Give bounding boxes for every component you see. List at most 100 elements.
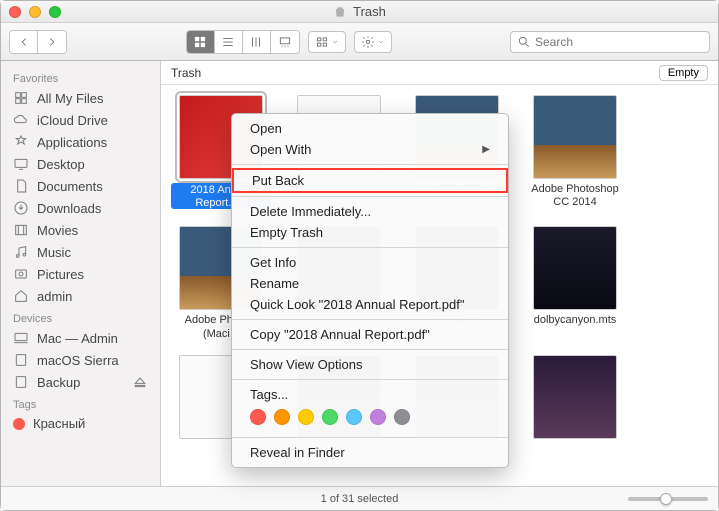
sidebar-item-all-my-files[interactable]: All My Files xyxy=(1,87,160,109)
menu-separator xyxy=(232,247,508,248)
sidebar-item-label: Downloads xyxy=(37,201,101,216)
sidebar-item-movies[interactable]: Movies xyxy=(1,219,160,241)
sidebar-item-icloud[interactable]: iCloud Drive xyxy=(1,109,160,131)
menu-open-with[interactable]: Open With ▶ xyxy=(232,139,508,160)
eject-icon[interactable] xyxy=(132,374,148,390)
sidebar-header-devices: Devices xyxy=(1,307,160,327)
sidebar-item-label: Красный xyxy=(33,416,85,431)
file-item[interactable] xyxy=(525,355,625,443)
sidebar-item-applications[interactable]: Applications xyxy=(1,131,160,153)
tag-dot-icon xyxy=(13,418,25,430)
trash-icon xyxy=(333,5,347,19)
menu-tags[interactable]: Tags... xyxy=(232,384,508,405)
context-menu: Open Open With ▶ Put Back Delete Immediat… xyxy=(231,113,509,468)
empty-trash-button[interactable]: Empty xyxy=(659,65,708,81)
applications-icon xyxy=(13,134,29,150)
menu-put-back[interactable]: Put Back xyxy=(234,170,506,191)
menu-label: Reveal in Finder xyxy=(250,445,345,460)
window-controls xyxy=(9,6,61,18)
file-thumbnail xyxy=(533,226,617,310)
search-icon xyxy=(517,35,531,49)
tag-color-swatch[interactable] xyxy=(346,409,362,425)
menu-separator xyxy=(232,437,508,438)
menu-reveal-in-finder[interactable]: Reveal in Finder xyxy=(232,442,508,463)
search-field[interactable] xyxy=(510,31,710,53)
menu-label: Put Back xyxy=(252,173,304,188)
menu-label: Open xyxy=(250,121,282,136)
group-by-button[interactable] xyxy=(308,31,346,53)
all-files-icon xyxy=(13,90,29,106)
pictures-icon xyxy=(13,266,29,282)
menu-label: Open With xyxy=(250,142,311,157)
group-icon xyxy=(315,35,329,49)
sidebar-item-downloads[interactable]: Downloads xyxy=(1,197,160,219)
computer-icon xyxy=(13,330,29,346)
disk-icon xyxy=(13,352,29,368)
forward-button[interactable] xyxy=(38,31,66,53)
menu-separator xyxy=(232,379,508,380)
sidebar-item-music[interactable]: Music xyxy=(1,241,160,263)
path-bar: Trash Empty xyxy=(161,61,718,85)
sidebar-item-backup[interactable]: Backup xyxy=(1,371,160,393)
file-item[interactable]: Adobe Photoshop CC 2014 (Ma...00333.jpg xyxy=(525,95,625,212)
tag-color-swatch[interactable] xyxy=(394,409,410,425)
close-button[interactable] xyxy=(9,6,21,18)
sidebar-header-tags: Tags xyxy=(1,393,160,413)
sidebar-item-admin[interactable]: admin xyxy=(1,285,160,307)
file-thumbnail xyxy=(533,95,617,179)
column-view-button[interactable] xyxy=(243,31,271,53)
tag-color-swatch[interactable] xyxy=(370,409,386,425)
tag-color-swatch[interactable] xyxy=(250,409,266,425)
home-icon xyxy=(13,288,29,304)
menu-separator xyxy=(232,319,508,320)
sidebar-item-label: Mac — Admin xyxy=(37,331,118,346)
list-view-button[interactable] xyxy=(215,31,243,53)
sidebar-item-tag-red[interactable]: Красный xyxy=(1,413,160,434)
window-title-text: Trash xyxy=(353,4,386,19)
view-mode-buttons xyxy=(186,30,300,54)
zoom-knob[interactable] xyxy=(660,493,672,505)
menu-open[interactable]: Open xyxy=(232,118,508,139)
menu-rename[interactable]: Rename xyxy=(232,273,508,294)
sidebar-item-desktop[interactable]: Desktop xyxy=(1,153,160,175)
tag-color-swatch[interactable] xyxy=(274,409,290,425)
sidebar-item-pictures[interactable]: Pictures xyxy=(1,263,160,285)
action-button[interactable] xyxy=(354,31,392,53)
back-button[interactable] xyxy=(10,31,38,53)
sidebar-item-macos[interactable]: macOS Sierra xyxy=(1,349,160,371)
sidebar-item-documents[interactable]: Documents xyxy=(1,175,160,197)
movies-icon xyxy=(13,222,29,238)
cloud-icon xyxy=(13,112,29,128)
menu-empty-trash[interactable]: Empty Trash xyxy=(232,222,508,243)
sidebar-item-label: admin xyxy=(37,289,72,304)
search-input[interactable] xyxy=(535,35,703,49)
chevron-down-icon xyxy=(331,35,339,49)
file-label: Adobe Photoshop CC 2014 (Ma...00333.jpg xyxy=(525,183,625,209)
zoom-slider[interactable] xyxy=(628,497,708,501)
sidebar-item-mac[interactable]: Mac — Admin xyxy=(1,327,160,349)
submenu-arrow-icon: ▶ xyxy=(482,144,490,155)
sidebar-header-favorites: Favorites xyxy=(1,67,160,87)
icon-view-button[interactable] xyxy=(187,31,215,53)
menu-show-view-options[interactable]: Show View Options xyxy=(232,354,508,375)
menu-label: Delete Immediately... xyxy=(250,204,371,219)
music-icon xyxy=(13,244,29,260)
sidebar-item-label: Movies xyxy=(37,223,78,238)
toolbar xyxy=(1,23,718,61)
file-item[interactable]: dolbycanyon.mts xyxy=(525,226,625,340)
minimize-button[interactable] xyxy=(29,6,41,18)
menu-label: Get Info xyxy=(250,255,296,270)
gallery-view-button[interactable] xyxy=(271,31,299,53)
status-text: 1 of 31 selected xyxy=(321,493,399,505)
maximize-button[interactable] xyxy=(49,6,61,18)
menu-label: Rename xyxy=(250,276,299,291)
menu-quick-look[interactable]: Quick Look "2018 Annual Report.pdf" xyxy=(232,294,508,315)
window-title: Trash xyxy=(61,4,658,19)
tag-color-swatch[interactable] xyxy=(322,409,338,425)
titlebar: Trash xyxy=(1,1,718,23)
desktop-icon xyxy=(13,156,29,172)
menu-copy[interactable]: Copy "2018 Annual Report.pdf" xyxy=(232,324,508,345)
menu-delete-immediately[interactable]: Delete Immediately... xyxy=(232,201,508,222)
menu-get-info[interactable]: Get Info xyxy=(232,252,508,273)
tag-color-swatch[interactable] xyxy=(298,409,314,425)
